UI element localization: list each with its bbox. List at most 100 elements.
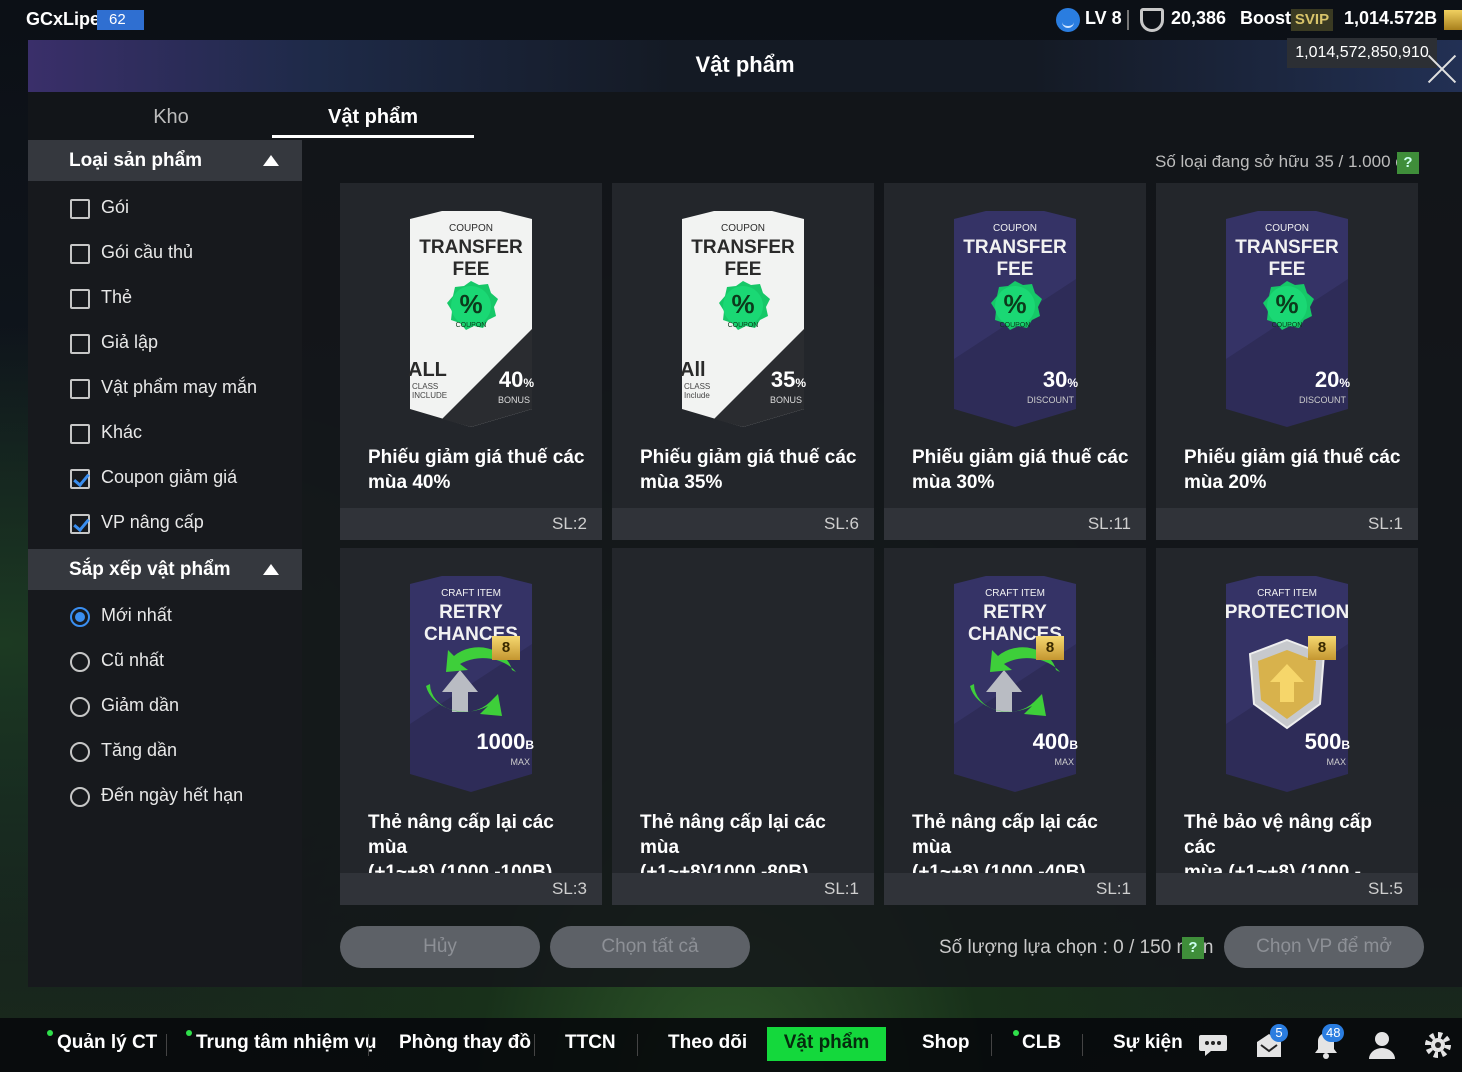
item-card[interactable]: CRAFT ITEM RETRY CHANCES 8 400B MAX Thẻ nâng …: [884, 548, 1146, 905]
nav-ttcn[interactable]: TTCN: [565, 1032, 616, 1054]
art-sub-label: BONUS: [769, 395, 802, 405]
art-title: TRANSFER FEE: [691, 237, 795, 280]
divider: [637, 1034, 638, 1056]
coins-value[interactable]: 1,014.572B: [1344, 8, 1437, 29]
open-item-button[interactable]: Chọn VP để mở: [1224, 926, 1424, 968]
art-value-number: 400: [1032, 729, 1070, 754]
shield-icon: [1140, 8, 1164, 32]
art-top-label: COUPON: [993, 223, 1037, 234]
art-value-unit: %: [1339, 376, 1350, 390]
settings-icon[interactable]: [1423, 1030, 1453, 1060]
radio-selected[interactable]: [70, 607, 90, 627]
category-section-header[interactable]: Loại sản phẩm: [28, 140, 302, 181]
class-label: All: [680, 359, 706, 381]
checkbox[interactable]: [70, 424, 90, 444]
item-name-line: Thẻ nâng cấp lại các mùa: [912, 812, 1098, 858]
art-top-label: COUPON: [1265, 223, 1309, 234]
item-name-line: mùa 30%: [912, 472, 995, 493]
divider: [166, 1034, 167, 1056]
item-card-footer: SL:3: [340, 873, 602, 905]
selection-count: Số lượng lựa chọn : 0 / 150 món: [939, 937, 1214, 958]
filter-option-label: VP nâng cấp: [101, 512, 204, 532]
item-card[interactable]: Thẻ nâng cấp lại các mùa(+1~+8)(1000 -80…: [612, 548, 874, 905]
item-name: Phiếu giảm giá thuế các mùa 30%: [912, 445, 1132, 495]
svip-badge[interactable]: SVIP: [1291, 9, 1333, 31]
checkbox[interactable]: [70, 199, 90, 219]
username[interactable]: GCxLipe: [26, 9, 100, 30]
art-value: 500B: [1305, 729, 1350, 755]
profile-icon[interactable]: [1367, 1030, 1397, 1060]
select-all-button[interactable]: Chọn tất cả: [550, 926, 750, 968]
art-value-unit: B: [1069, 738, 1078, 752]
item-name-line: mùa 40%: [368, 472, 451, 493]
active-tab-indicator: [272, 135, 474, 138]
radio[interactable]: [70, 787, 90, 807]
item-card[interactable]: CRAFT ITEM PROTECTION 8 500B MAX Thẻ bảo vệ n…: [1156, 548, 1418, 905]
checkbox[interactable]: [70, 289, 90, 309]
radio[interactable]: [70, 652, 90, 672]
owned-count: Số loại đang sở hữu 35 / 1.000 cái: [1155, 152, 1417, 172]
team-level: LV 8: [1085, 8, 1122, 28]
owned-label: Số loại đang sở hữu: [1155, 152, 1309, 171]
item-name-line: Phiếu giảm giá thuế các: [912, 447, 1129, 468]
close-icon[interactable]: [1426, 52, 1458, 84]
tab-kho[interactable]: Kho: [70, 106, 272, 129]
art-value-number: 35: [770, 367, 796, 392]
checkbox[interactable]: [70, 244, 90, 264]
item-card-footer: SL:5: [1156, 873, 1418, 905]
item-card[interactable]: CRAFT ITEM RETRY CHANCES 8 1000B MAX Thẻ nâng…: [340, 548, 602, 905]
art-top-label: COUPON: [721, 223, 765, 234]
help-icon[interactable]: ?: [1182, 937, 1204, 959]
class-label: ALL: [408, 359, 447, 381]
nav-phong-thay-do[interactable]: Phòng thay đồ: [399, 1032, 531, 1054]
item-art: COUPON TRANSFER FEE% COUPON All CLASS Include…: [674, 209, 812, 427]
cancel-button[interactable]: Hủy: [340, 926, 540, 968]
item-art: COUPON TRANSFER FEE% COUPON ALL CLASS INCLUDE…: [402, 209, 540, 427]
category-section-title: Loại sản phẩm: [69, 150, 203, 171]
art-value-unit: B: [1341, 738, 1350, 752]
percent-icon: %: [1003, 289, 1027, 319]
art-top-label: CRAFT ITEM: [1257, 588, 1317, 599]
art-title: PROTECTION: [1224, 602, 1350, 623]
nav-su-kien[interactable]: Sự kiện: [1113, 1032, 1183, 1054]
checkbox[interactable]: [70, 334, 90, 354]
item-art: CRAFT ITEM RETRY CHANCES 8 400B MAX: [946, 574, 1084, 792]
chat-icon[interactable]: [1198, 1030, 1228, 1060]
item-name-line: Thẻ nâng cấp lại các mùa: [640, 812, 826, 858]
level-badge: 8: [1308, 636, 1336, 660]
item-card[interactable]: COUPON TRANSFER FEE% COUPON 30% DISCOUNT Phiế…: [884, 183, 1146, 540]
sort-option-label: Cũ nhất: [101, 650, 165, 670]
nav-clb[interactable]: CLB: [1022, 1032, 1061, 1054]
item-card[interactable]: COUPON TRANSFER FEE% COUPON All CLASS Include…: [612, 183, 874, 540]
sort-section-header[interactable]: Sắp xếp vật phẩm: [28, 549, 302, 590]
art-top-label: COUPON: [449, 223, 493, 234]
coin-icon: [1444, 10, 1462, 30]
item-name-line: Thẻ nâng cấp lại các mùa: [368, 812, 554, 858]
item-card[interactable]: COUPON TRANSFER FEE% COUPON ALL CLASS INCLUDE…: [340, 183, 602, 540]
item-name-line: Phiếu giảm giá thuế các: [1184, 447, 1401, 468]
radio[interactable]: [70, 742, 90, 762]
art-title: TRANSFER FEE: [963, 237, 1067, 280]
nav-trung-tam-nhiem-vu[interactable]: Trung tâm nhiệm vụ: [196, 1032, 377, 1054]
filter-option-label: Khác: [101, 422, 143, 442]
item-card[interactable]: COUPON TRANSFER FEE% COUPON 20% DISCOUNT Phiế…: [1156, 183, 1418, 540]
checkbox-checked[interactable]: [70, 514, 90, 534]
coupon-label: COUPON: [1271, 322, 1303, 329]
item-quantity: SL:1: [1096, 879, 1131, 898]
collapse-arrow-icon[interactable]: [263, 155, 279, 166]
tab-vat-pham[interactable]: Vật phẩm: [272, 106, 474, 129]
filter-option-label: Gói: [101, 197, 130, 217]
item-art: CRAFT ITEM RETRY CHANCES 8 1000B MAX: [402, 574, 540, 792]
nav-shop[interactable]: Shop: [922, 1032, 970, 1054]
nav-vat-pham[interactable]: Vật phẩm: [767, 1032, 886, 1054]
checkbox[interactable]: [70, 379, 90, 399]
nav-quan-ly-ct[interactable]: Quản lý CT: [57, 1032, 157, 1054]
nav-theo-doi[interactable]: Theo dõi: [668, 1032, 747, 1054]
coins-tooltip: 1,014,572,850,910: [1287, 38, 1437, 68]
boost-label[interactable]: Boost: [1240, 8, 1291, 29]
radio[interactable]: [70, 697, 90, 717]
item-art: COUPON TRANSFER FEE% COUPON 20% DISCOUNT: [1218, 209, 1356, 427]
help-icon[interactable]: ?: [1397, 152, 1419, 174]
checkbox-checked[interactable]: [70, 469, 90, 489]
collapse-arrow-icon[interactable]: [263, 564, 279, 575]
